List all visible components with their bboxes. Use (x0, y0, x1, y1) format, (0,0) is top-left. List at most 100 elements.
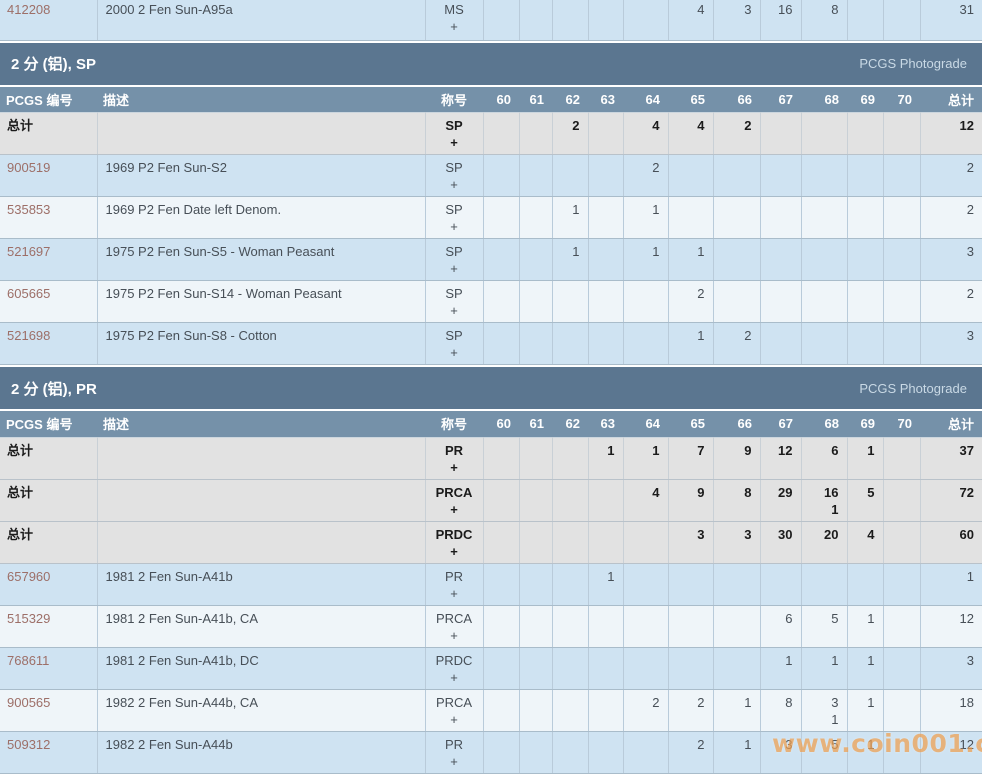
photograde-link[interactable]: PCGS Photograde (859, 381, 967, 396)
column-header-description: 描述 (97, 87, 425, 113)
description-text (106, 480, 417, 501)
plus-grade-count (856, 18, 875, 35)
description-text (106, 522, 417, 543)
grade-cell-64: 1 (623, 239, 668, 281)
column-header-grade-67: 67 (760, 87, 801, 113)
grade-cell-60 (483, 155, 519, 197)
column-header-grade-64: 64 (623, 411, 668, 437)
plus-grade-count (722, 260, 752, 277)
plus-grade-count (856, 302, 875, 319)
pcgs-number-link[interactable]: 509312 (7, 737, 50, 752)
plus-grade-count (856, 459, 875, 476)
plus-grade-count (632, 501, 660, 518)
plus-designation-label: + (434, 134, 475, 151)
plus-grade-count (597, 260, 615, 277)
grade-cell-70 (883, 281, 920, 323)
grade-cell-67: 1 (760, 647, 801, 689)
grade-cell-62 (552, 281, 588, 323)
pcgs-number-link[interactable]: 900519 (7, 160, 50, 175)
plus-grade-count (677, 176, 705, 193)
grade-count (856, 113, 875, 134)
grade-count: 9 (677, 480, 705, 501)
grade-count (856, 239, 875, 260)
table-row: 5153291981 2 Fen Sun-A41b, CAPRCA+ 6 5 1… (0, 605, 982, 647)
plus-grade-count (561, 501, 580, 518)
description-cell: 1981 2 Fen Sun-A41b, DC (97, 647, 425, 689)
grade-count (892, 564, 912, 585)
plus-grade-count (677, 459, 705, 476)
pcgs-number-cell: 900519 (0, 155, 97, 197)
grade-count (892, 438, 912, 459)
plus-grade-count (722, 176, 752, 193)
photograde-link[interactable]: PCGS Photograde (859, 56, 967, 71)
description-cell: 1982 2 Fen Sun-A44b, CA (97, 689, 425, 731)
grade-cell-62: 1 (552, 197, 588, 239)
pcgs-number-link[interactable]: 605665 (7, 286, 50, 301)
designation-label: SP (434, 197, 475, 218)
grade-cell-64: 1 (623, 197, 668, 239)
row-total-value: 12 (929, 732, 975, 753)
plus-grade-count (492, 627, 511, 644)
plus-grade-count (528, 501, 544, 518)
section-header-sp: 2 分 (铝), SPPCGS Photograde (0, 43, 982, 85)
grade-cell-62: 1 (552, 239, 588, 281)
pcgs-number-link[interactable]: 535853 (7, 202, 50, 217)
description-cell: 1969 P2 Fen Sun-S2 (97, 155, 425, 197)
grade-cell-61 (519, 647, 552, 689)
row-total-cell: 12 (920, 605, 982, 647)
grade-cell-65: 4 (668, 113, 713, 155)
pcgs-number-link[interactable]: 515329 (7, 611, 50, 626)
grade-count (892, 113, 912, 134)
grade-count (769, 564, 793, 585)
grade-cell-64: 4 (623, 479, 668, 521)
pcgs-number-link[interactable]: 768611 (7, 653, 49, 668)
grade-count (810, 239, 839, 260)
row-total-value: 37 (929, 438, 975, 459)
plus-grade-count (677, 260, 705, 277)
grade-cell-62 (552, 521, 588, 563)
grade-cell-67: 3 (760, 731, 801, 773)
designation-cell: PR+ (425, 563, 483, 605)
grade-cell-61 (519, 731, 552, 773)
plus-grade-count (561, 302, 580, 319)
grade-count (561, 438, 580, 459)
plus-grade-count (892, 176, 912, 193)
pcgs-number-link[interactable]: 900565 (7, 695, 50, 710)
grade-count (528, 480, 544, 501)
plus-grade-count (856, 711, 875, 728)
grade-count (892, 281, 912, 302)
pcgs-number-link[interactable]: 412208 (7, 2, 50, 17)
plus-grade-count (528, 585, 544, 602)
designation-cell: SP+ (425, 239, 483, 281)
grade-cell-61 (519, 197, 552, 239)
plus-grade-count (856, 669, 875, 686)
grade-cell-60 (483, 647, 519, 689)
grade-count (528, 522, 544, 543)
grade-cell-68 (801, 323, 847, 365)
plus-grade-count (528, 134, 544, 151)
plus-grade-count (892, 585, 912, 602)
pcgs-number-link[interactable]: 657960 (7, 569, 50, 584)
plus-grade-count (492, 585, 511, 602)
plus-grade-count (810, 260, 839, 277)
grade-count: 4 (632, 480, 660, 501)
grade-count (632, 564, 660, 585)
pcgs-number-link[interactable]: 521697 (7, 244, 50, 259)
plus-grade-count (677, 627, 705, 644)
plus-designation-label: + (434, 711, 475, 728)
pcgs-number-link[interactable]: 521698 (7, 328, 50, 343)
grade-cell-65: 7 (668, 437, 713, 479)
grade-count (632, 606, 660, 627)
total-row: 总计 SP+ 2 4 4 2 12 (0, 113, 982, 155)
grade-cell-68: 8 (801, 0, 847, 40)
grade-cell-68: 1 (801, 647, 847, 689)
pcgs-number-cell: 总计 (0, 113, 97, 155)
plus-grade-count (892, 501, 912, 518)
plus-grade-count (561, 753, 580, 770)
plus-grade-count (492, 501, 511, 518)
grade-cell-60 (483, 0, 519, 40)
column-header-designation: 称号 (425, 87, 483, 113)
plus-grade-count (528, 711, 544, 728)
grade-cell-60 (483, 479, 519, 521)
grade-cell-68: 5 (801, 605, 847, 647)
